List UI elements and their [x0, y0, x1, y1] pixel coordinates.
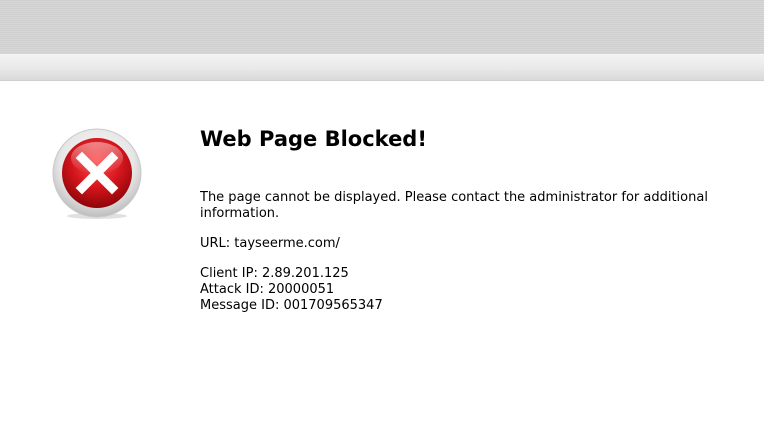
page-title: Web Page Blocked!	[200, 127, 427, 151]
blocked-message-panel: Web Page Blocked! The page cannot be dis…	[200, 118, 740, 314]
blocked-url: URL: tayseerme.com/	[200, 236, 340, 251]
attack-id: Attack ID: 20000051	[200, 282, 335, 297]
header-band	[0, 0, 764, 54]
blocked-x-icon	[51, 128, 143, 220]
client-ip: Client IP: 2.89.201.125	[200, 266, 349, 281]
header-subband	[0, 54, 764, 81]
request-details: Client IP: 2.89.201.125 Attack ID: 20000…	[200, 266, 740, 314]
blocked-message: The page cannot be displayed. Please con…	[200, 190, 708, 221]
message-id: Message ID: 001709565347	[200, 298, 383, 313]
